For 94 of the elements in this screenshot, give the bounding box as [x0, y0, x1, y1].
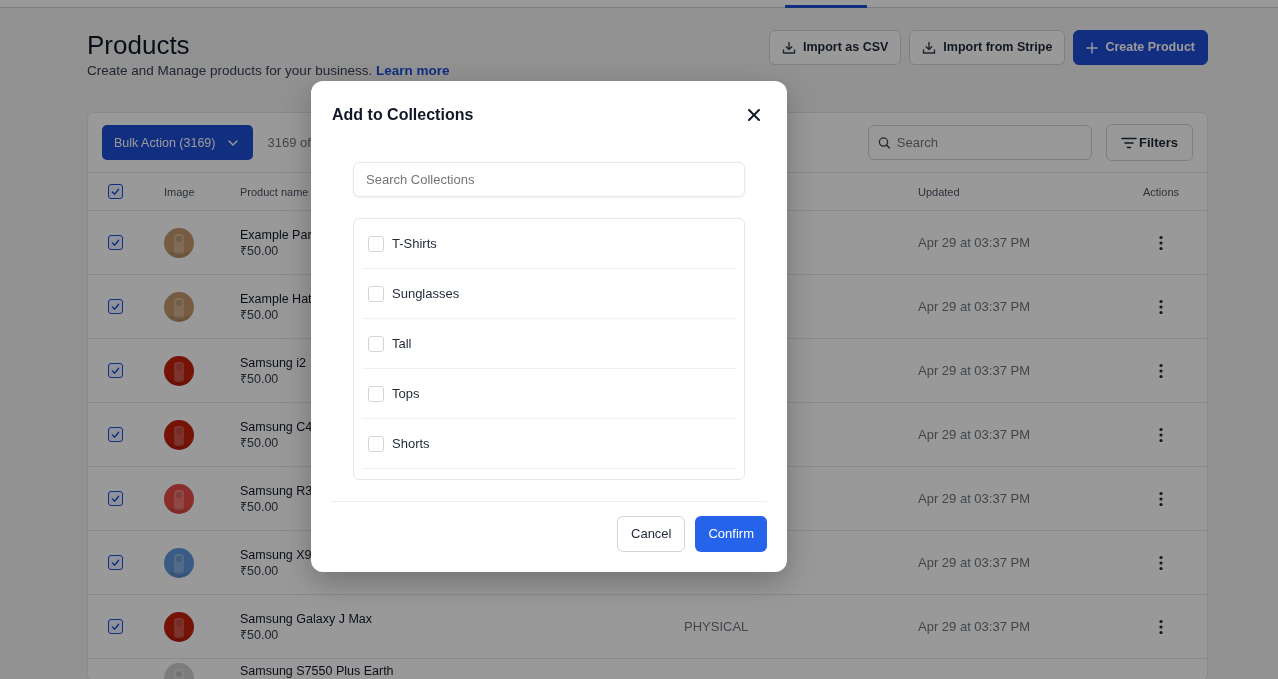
product-name: Example Hat	[240, 290, 312, 307]
collection-option[interactable]: T-Shirts	[362, 219, 736, 270]
check-icon	[111, 430, 120, 440]
check-icon	[111, 558, 120, 568]
page-title: Products	[87, 30, 191, 62]
check-icon	[111, 302, 120, 312]
product-name: Samsung R3	[240, 482, 313, 499]
updated-date: Apr 29 at 03:37 PM	[918, 427, 1030, 443]
product-type: PHYSICAL	[684, 619, 749, 635]
dialog-title: Add to Collections	[332, 105, 474, 125]
collection-label: Tall	[392, 334, 412, 353]
check-icon	[111, 494, 120, 504]
collection-label: Shorts	[392, 434, 430, 453]
filters-button[interactable]: Filters	[1106, 124, 1193, 162]
check-icon	[111, 622, 120, 632]
kebab-icon	[1159, 362, 1163, 379]
collection-checkbox[interactable]	[368, 385, 384, 402]
column-header: Product name	[240, 184, 310, 200]
updated-date: Apr 29 at 03:37 PM	[918, 491, 1030, 507]
download-icon	[922, 40, 937, 55]
product-name: Samsung S7550 Plus Earth	[240, 663, 394, 679]
kebab-icon	[1159, 554, 1163, 571]
product-name: Example Par	[240, 226, 312, 243]
product-name: Samsung X9	[240, 546, 312, 563]
collection-checkbox[interactable]	[368, 235, 384, 252]
column-header: Image	[163, 184, 196, 200]
import-button[interactable]: Import from Stripe	[909, 30, 1066, 65]
product-price: ₹50.00	[240, 434, 279, 452]
product-name: Samsung i2	[240, 354, 306, 371]
row-checkbox[interactable]	[108, 235, 123, 251]
product-price: ₹50.00	[240, 626, 279, 644]
search-input[interactable]: Search	[894, 132, 1082, 154]
row-actions-button[interactable]	[1159, 618, 1163, 635]
row-actions-button[interactable]	[1159, 426, 1163, 443]
product-name: Samsung Galaxy J Max	[240, 610, 372, 627]
row-checkbox[interactable]	[108, 299, 123, 315]
collection-search-field[interactable]: Search Collections	[353, 162, 745, 198]
bulk-action-button[interactable]: Bulk Action (3169)	[102, 125, 254, 161]
product-price: ₹50.00	[240, 562, 279, 580]
collection-option[interactable]: Tops	[362, 369, 736, 420]
cancel-button[interactable]: Cancel	[617, 516, 686, 553]
updated-date: Apr 29 at 03:37 PM	[918, 299, 1030, 315]
kebab-icon	[1159, 490, 1163, 507]
updated-date: Apr 29 at 03:37 PM	[918, 363, 1030, 379]
product-price: ₹50.00	[240, 498, 279, 516]
create-product-button[interactable]: Create Product	[1073, 30, 1208, 65]
row-actions-button[interactable]	[1159, 298, 1163, 315]
learn-more-link[interactable]: Learn more	[375, 63, 450, 79]
collection-label: Sunglasses	[392, 284, 460, 303]
search-icon	[878, 135, 891, 150]
row-checkbox[interactable]	[108, 491, 123, 507]
search-field[interactable]: Search	[868, 125, 1092, 161]
updated-date: Apr 29 at 03:37 PM	[918, 555, 1030, 571]
updated-date: Apr 29 at 03:37 PM	[918, 619, 1030, 635]
plus-icon	[1086, 41, 1099, 54]
column-header: Actions	[1141, 184, 1180, 200]
kebab-icon	[1159, 234, 1163, 251]
row-checkbox[interactable]	[108, 427, 123, 443]
close-button[interactable]	[747, 107, 761, 122]
check-icon	[111, 366, 120, 376]
import-button[interactable]: Import as CSV	[768, 30, 902, 65]
select-all-checkbox[interactable]	[108, 184, 123, 200]
product-price: ₹50.00	[240, 306, 279, 324]
filter-icon	[1121, 135, 1137, 150]
product-price: ₹50.00	[240, 370, 279, 388]
row-actions-button[interactable]	[1159, 490, 1163, 507]
row-actions-button[interactable]	[1159, 234, 1163, 251]
confirm-button[interactable]: Confirm	[695, 516, 767, 553]
row-actions-button[interactable]	[1159, 554, 1163, 571]
kebab-icon	[1159, 426, 1163, 443]
row-actions-button[interactable]	[1159, 362, 1163, 379]
collection-option[interactable]: Shorts	[362, 419, 736, 470]
product-name: Samsung C4	[240, 418, 313, 435]
collection-checkbox[interactable]	[368, 435, 384, 452]
column-header: Updated	[918, 184, 961, 200]
check-icon	[111, 238, 120, 248]
kebab-icon	[1159, 298, 1163, 315]
collection-option[interactable]: Tall	[362, 319, 736, 370]
collection-option[interactable]: Sunglasses	[362, 269, 736, 320]
check-icon	[111, 187, 120, 197]
download-icon	[781, 40, 796, 55]
collection-checkbox[interactable]	[368, 285, 384, 302]
row-checkbox[interactable]	[108, 363, 123, 379]
updated-date: Apr 29 at 03:37 PM	[918, 235, 1030, 251]
selection-count: 3169 of	[267, 134, 311, 153]
collection-label: T-Shirts	[392, 234, 437, 253]
row-checkbox[interactable]	[108, 555, 123, 571]
row-checkbox[interactable]	[108, 619, 123, 635]
collection-label: Tops	[392, 384, 420, 403]
kebab-icon	[1159, 618, 1163, 635]
product-price: ₹50.00	[240, 242, 279, 260]
close-icon	[747, 107, 761, 122]
page-subtitle: Create and Manage products for your business. Learn more	[87, 62, 450, 81]
collection-checkbox[interactable]	[368, 335, 384, 352]
